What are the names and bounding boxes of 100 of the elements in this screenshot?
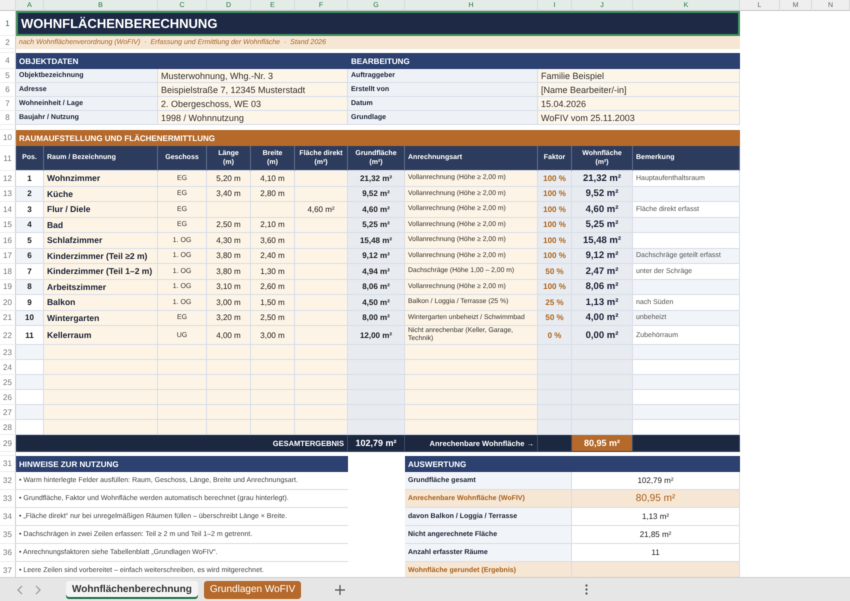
row-header[interactable]: 11 <box>0 146 16 171</box>
row-header[interactable]: 34 <box>0 508 16 526</box>
table-cell[interactable]: 9,52 m² <box>572 186 633 202</box>
row-header[interactable]: 5 <box>0 69 16 83</box>
sheet-tab[interactable]: Grundlagen WoFIV <box>204 580 302 598</box>
select-all-corner[interactable] <box>0 0 16 11</box>
row-header[interactable]: 13 <box>0 186 16 202</box>
table-cell[interactable]: 4,00 m² <box>572 310 633 326</box>
table-cell[interactable]: Arbeitszimmer <box>44 280 158 295</box>
table-cell[interactable]: 15,48 m² <box>348 233 405 248</box>
previous-sheet-icon[interactable] <box>16 584 24 594</box>
table-cell[interactable]: 2,80 m <box>251 186 295 202</box>
table-cell[interactable]: 9 <box>16 295 44 310</box>
field-value[interactable]: 2. Obergeschoss, WE 03 <box>158 97 348 111</box>
row-header[interactable]: 16 <box>0 233 16 248</box>
field-value[interactable]: 15.04.2026 <box>538 97 740 111</box>
table-cell[interactable]: 5,20 m <box>207 171 251 186</box>
field-value[interactable]: 1998 / Wohnnutzung <box>158 111 348 125</box>
row-header[interactable]: 7 <box>0 97 16 111</box>
table-cell[interactable]: Wohnzimmer <box>44 171 158 186</box>
table-cell[interactable]: 3,00 m <box>251 326 295 345</box>
table-cell[interactable]: Schlafzimmer <box>44 233 158 248</box>
table-cell[interactable]: 100 % <box>538 248 572 264</box>
table-cell[interactable]: Wintergarten <box>44 310 158 326</box>
add-sheet-icon[interactable] <box>335 584 346 594</box>
table-cell[interactable]: 50 % <box>538 310 572 326</box>
row-header[interactable]: 32 <box>0 472 16 490</box>
field-value[interactable]: Beispielstraße 7, 12345 Musterstadt <box>158 83 348 97</box>
table-cell[interactable]: 100 % <box>538 218 572 233</box>
table-cell[interactable]: 2,10 m <box>251 218 295 233</box>
table-cell[interactable]: 4,60 m² <box>348 202 405 218</box>
sheet-title[interactable]: WOHNFLÄCHENBERECHNUNG <box>16 11 740 36</box>
table-cell[interactable]: 3,60 m <box>251 233 295 248</box>
row-header[interactable]: 24 <box>0 360 16 375</box>
row-header[interactable]: 27 <box>0 405 16 420</box>
table-cell[interactable]: 4,50 m² <box>348 295 405 310</box>
field-value[interactable]: WoFIV vom 25.11.2003 <box>538 111 740 125</box>
table-cell[interactable]: 11 <box>16 326 44 345</box>
table-cell[interactable]: 6 <box>16 248 44 264</box>
table-cell[interactable]: 1 <box>16 171 44 186</box>
row-header[interactable]: 29 <box>0 435 16 452</box>
row-header[interactable]: 20 <box>0 295 16 310</box>
row-header[interactable]: 17 <box>0 248 16 264</box>
row-header[interactable]: 2 <box>0 36 16 49</box>
table-cell[interactable]: 0 % <box>538 326 572 345</box>
row-header[interactable]: 6 <box>0 83 16 97</box>
table-cell[interactable]: 4,94 m² <box>348 264 405 280</box>
row-header[interactable]: 23 <box>0 345 16 360</box>
field-value[interactable]: [Name Bearbeiter/-in] <box>538 83 740 97</box>
row-header[interactable]: 10 <box>0 130 16 146</box>
row-header[interactable]: 4 <box>0 53 16 69</box>
table-cell[interactable]: 4,10 m <box>251 171 295 186</box>
row-header[interactable]: 19 <box>0 280 16 295</box>
table-cell[interactable]: 1,50 m <box>251 295 295 310</box>
table-cell[interactable]: 2,50 m <box>251 310 295 326</box>
table-cell[interactable]: 3,20 m <box>207 310 251 326</box>
table-cell[interactable]: 5 <box>16 233 44 248</box>
table-cell[interactable]: 7 <box>16 264 44 280</box>
table-cell[interactable]: Kinderzimmer (Teil ≥2 m) <box>44 248 158 264</box>
row-header[interactable]: 1 <box>0 11 16 36</box>
table-cell[interactable]: 4 <box>16 218 44 233</box>
table-cell[interactable]: 8 <box>16 280 44 295</box>
table-cell[interactable]: 15,48 m² <box>572 233 633 248</box>
row-header[interactable]: 14 <box>0 202 16 218</box>
table-cell[interactable]: Balkon <box>44 295 158 310</box>
table-cell[interactable]: 8,00 m² <box>348 310 405 326</box>
table-cell[interactable]: 3 <box>16 202 44 218</box>
row-header[interactable]: 28 <box>0 420 16 435</box>
table-cell[interactable]: 9,12 m² <box>348 248 405 264</box>
more-options-icon[interactable] <box>585 584 588 595</box>
table-cell[interactable]: 4,00 m <box>207 326 251 345</box>
table-cell[interactable]: 21,32 m² <box>348 171 405 186</box>
table-cell[interactable]: 2,47 m² <box>572 264 633 280</box>
table-cell[interactable]: 4,60 m² <box>295 202 348 218</box>
table-cell[interactable]: 1,30 m <box>251 264 295 280</box>
table-cell[interactable]: Kellerraum <box>44 326 158 345</box>
table-cell[interactable]: 10 <box>16 310 44 326</box>
table-cell[interactable]: 5,25 m² <box>572 218 633 233</box>
table-cell[interactable]: 5,25 m² <box>348 218 405 233</box>
table-cell[interactable]: 50 % <box>538 264 572 280</box>
table-cell[interactable]: 100 % <box>538 186 572 202</box>
table-cell[interactable]: 100 % <box>538 171 572 186</box>
row-header[interactable]: 25 <box>0 375 16 390</box>
table-cell[interactable]: 9,52 m² <box>348 186 405 202</box>
table-cell[interactable]: 2,60 m <box>251 280 295 295</box>
table-cell[interactable]: 2,50 m <box>207 218 251 233</box>
table-cell[interactable]: 3,80 m <box>207 264 251 280</box>
field-value[interactable]: Musterwohnung, Whg.-Nr. 3 <box>158 69 348 83</box>
table-cell[interactable]: 8,06 m² <box>572 280 633 295</box>
row-header[interactable]: 35 <box>0 526 16 544</box>
table-cell[interactable]: 3,10 m <box>207 280 251 295</box>
row-header[interactable]: 18 <box>0 264 16 280</box>
table-cell[interactable]: 4,30 m <box>207 233 251 248</box>
table-cell[interactable]: 100 % <box>538 202 572 218</box>
table-cell[interactable]: 2 <box>16 186 44 202</box>
row-header[interactable]: 21 <box>0 310 16 326</box>
table-cell[interactable]: Küche <box>44 186 158 202</box>
table-cell[interactable]: 0,00 m² <box>572 326 633 345</box>
table-cell[interactable]: 8,06 m² <box>348 280 405 295</box>
table-cell[interactable]: 25 % <box>538 295 572 310</box>
